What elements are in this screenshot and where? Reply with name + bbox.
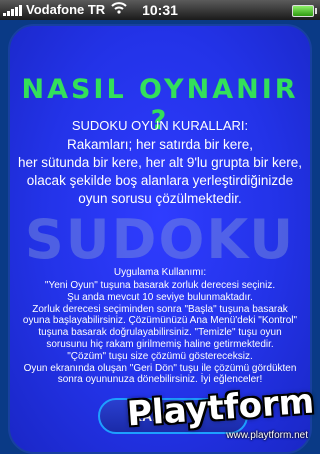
playtform-url: www.playtform.net	[226, 430, 308, 441]
status-bar: Vodafone TR 10:31	[0, 0, 320, 20]
usage-line: tuşuna basarak doğrulayabilirsiniz. "Tem…	[38, 327, 282, 339]
usage-line: Zorluk derecesi seçiminden sonra "Başla"…	[32, 303, 288, 315]
rules-text: Rakamları; her satırda bir kere, her süt…	[14, 136, 306, 208]
rules-line: olacak şekilde boş alanlara yerleştirdiğ…	[26, 173, 294, 188]
status-time: 10:31	[142, 2, 178, 18]
usage-heading: Uygulama Kullanımı:	[113, 267, 207, 278]
usage-line: Oyun ekranında oluşan "Geri Dön" tuşu il…	[23, 362, 297, 374]
usage-line: "Çözüm" tuşu size çözümü göstereceksiz.	[67, 350, 253, 362]
usage-text: "Yeni Oyun" tuşuna basarak zorluk derece…	[16, 280, 304, 386]
rules-line: oyun sorusu çözülmektedir.	[78, 191, 242, 206]
rules-heading: SUDOKU OYUN KURALLARI:	[71, 118, 249, 133]
usage-line: sorusunu hiç rakam girilmemiş haline get…	[46, 338, 274, 350]
usage-line: "Yeni Oyun" tuşuna basarak zorluk derece…	[44, 280, 276, 291]
battery-icon	[292, 5, 317, 17]
sudoku-watermark: SUDOKU	[24, 208, 296, 271]
rules-line: her sütunda bir kere, her alt 9'lu grupt…	[18, 155, 302, 170]
usage-line: Şu anda mevcut 10 seviye bulunmaktadır.	[67, 291, 253, 303]
playtform-watermark: Playtform www.playtform.net	[126, 380, 320, 442]
rules-line: Rakamları; her satırda bir kere,	[66, 137, 254, 152]
usage-line: oyuna başlayabilirsiniz. Çözümünüzü Ana …	[22, 315, 298, 327]
